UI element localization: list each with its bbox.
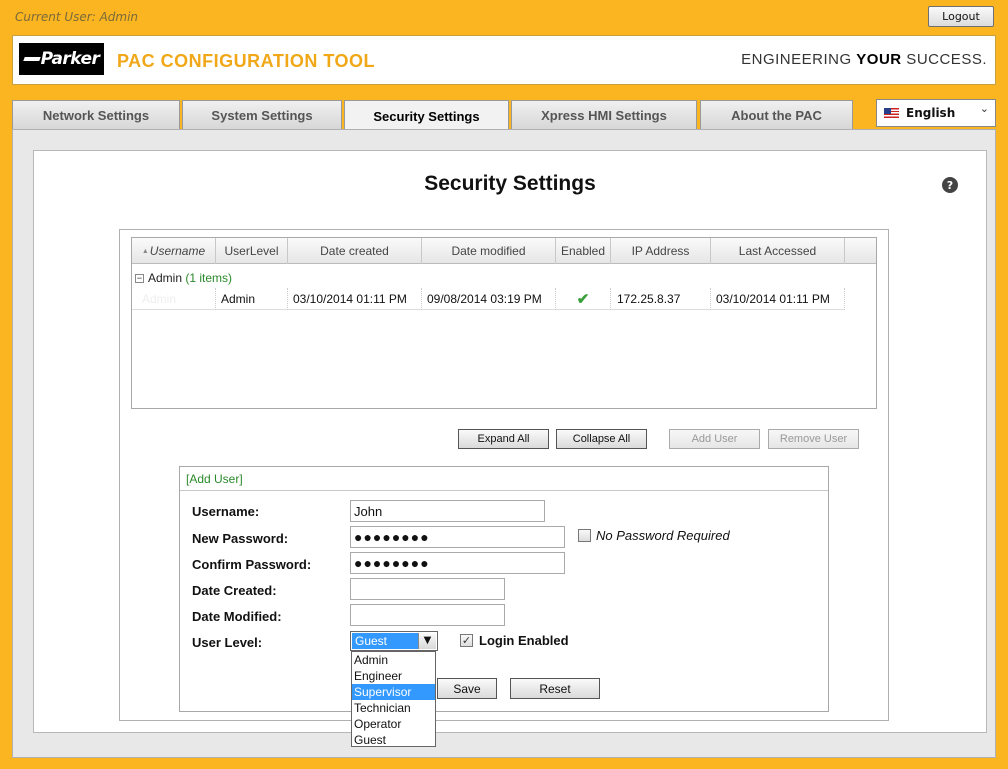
language-select[interactable]: English ⌄ — [876, 99, 996, 127]
column-userlevel[interactable]: UserLevel — [216, 238, 288, 264]
option-technician[interactable]: Technician — [352, 700, 435, 716]
date-created-label: Date Created: — [192, 583, 277, 598]
save-button[interactable]: Save — [437, 678, 497, 699]
user-level-dropdown: Admin Engineer Supervisor Technician Ope… — [351, 651, 436, 747]
tagline: ENGINEERING YOUR SUCCESS. — [741, 51, 987, 68]
reset-button[interactable]: Reset — [510, 678, 600, 699]
app-title: PAC CONFIGURATION TOOL — [117, 51, 375, 71]
new-password-label: New Password: — [192, 531, 289, 546]
parker-logo: Parker — [19, 43, 104, 75]
cell-date-created: 03/10/2014 01:11 PM — [288, 288, 422, 310]
group-row-admin[interactable]: − Admin (1 items) — [135, 271, 232, 285]
header-banner: Parker PAC CONFIGURATION TOOL ENGINEERIN… — [12, 35, 996, 85]
language-label: English — [906, 106, 956, 120]
date-modified-input[interactable] — [350, 604, 505, 626]
cell-username: Admin — [132, 288, 216, 310]
no-password-label: No Password Required — [596, 528, 730, 543]
column-username[interactable]: ▲ Username — [132, 238, 216, 264]
option-admin[interactable]: Admin — [352, 652, 435, 668]
user-level-label: User Level: — [192, 635, 263, 650]
confirm-password-input[interactable]: ●●●●●●●● — [350, 552, 565, 574]
login-enabled-checkbox[interactable]: ✓ — [460, 634, 473, 647]
chevron-down-icon: ⌄ — [979, 102, 989, 115]
new-password-input[interactable]: ●●●●●●●● — [350, 526, 565, 548]
tab-xpress-hmi-settings[interactable]: Xpress HMI Settings — [511, 100, 697, 130]
no-password-checkbox[interactable] — [578, 529, 591, 542]
sort-ascending-icon: ▲ — [141, 247, 149, 255]
enabled-check-icon: ✔ — [556, 288, 611, 310]
column-last-accessed[interactable]: Last Accessed — [711, 238, 845, 264]
username-label: Username: — [192, 504, 260, 519]
confirm-password-label: Confirm Password: — [192, 557, 312, 572]
form-header: [Add User] — [180, 467, 828, 491]
grid-header: ▲ Username UserLevel Date created Date mo… — [132, 238, 876, 264]
add-user-button[interactable]: Add User — [669, 429, 760, 449]
table-row[interactable]: Admin Admin 03/10/2014 01:11 PM 09/08/20… — [132, 288, 845, 310]
user-level-value: Guest — [352, 633, 418, 649]
cell-userlevel: Admin — [216, 288, 288, 310]
expand-all-button[interactable]: Expand All — [458, 429, 549, 449]
cell-date-modified: 09/08/2014 03:19 PM — [422, 288, 556, 310]
chevron-down-icon[interactable]: ▼ — [418, 633, 436, 649]
cell-last-accessed: 03/10/2014 01:11 PM — [711, 288, 845, 310]
tab-about-pac[interactable]: About the PAC — [700, 100, 853, 130]
tab-network-settings[interactable]: Network Settings — [12, 100, 180, 130]
cell-ip-address: 172.25.8.37 — [611, 288, 711, 310]
column-date-modified[interactable]: Date modified — [422, 238, 556, 264]
tab-system-settings[interactable]: System Settings — [182, 100, 342, 130]
option-supervisor[interactable]: Supervisor — [352, 684, 435, 700]
date-modified-label: Date Modified: — [192, 609, 282, 624]
option-operator[interactable]: Operator — [352, 716, 435, 732]
column-enabled[interactable]: Enabled — [556, 238, 611, 264]
collapse-all-button[interactable]: Collapse All — [556, 429, 647, 449]
help-icon[interactable]: ? — [942, 177, 958, 193]
current-user-label: Current User: Admin — [15, 10, 139, 24]
user-level-select[interactable]: Guest ▼ — [350, 631, 438, 651]
page-title: Security Settings — [424, 172, 596, 195]
tab-security-settings[interactable]: Security Settings — [344, 100, 509, 131]
us-flag-icon — [884, 108, 899, 118]
username-input[interactable]: John — [350, 500, 545, 522]
column-date-created[interactable]: Date created — [288, 238, 422, 264]
logout-button[interactable]: Logout — [928, 6, 994, 27]
column-ip-address[interactable]: IP Address — [611, 238, 711, 264]
option-engineer[interactable]: Engineer — [352, 668, 435, 684]
collapse-group-icon[interactable]: − — [135, 274, 144, 284]
date-created-input[interactable] — [350, 578, 505, 600]
users-grid: ▲ Username UserLevel Date created Date mo… — [131, 237, 877, 409]
option-guest[interactable]: Guest — [352, 732, 435, 748]
login-enabled-label: Login Enabled — [479, 633, 569, 648]
remove-user-button[interactable]: Remove User — [768, 429, 859, 449]
